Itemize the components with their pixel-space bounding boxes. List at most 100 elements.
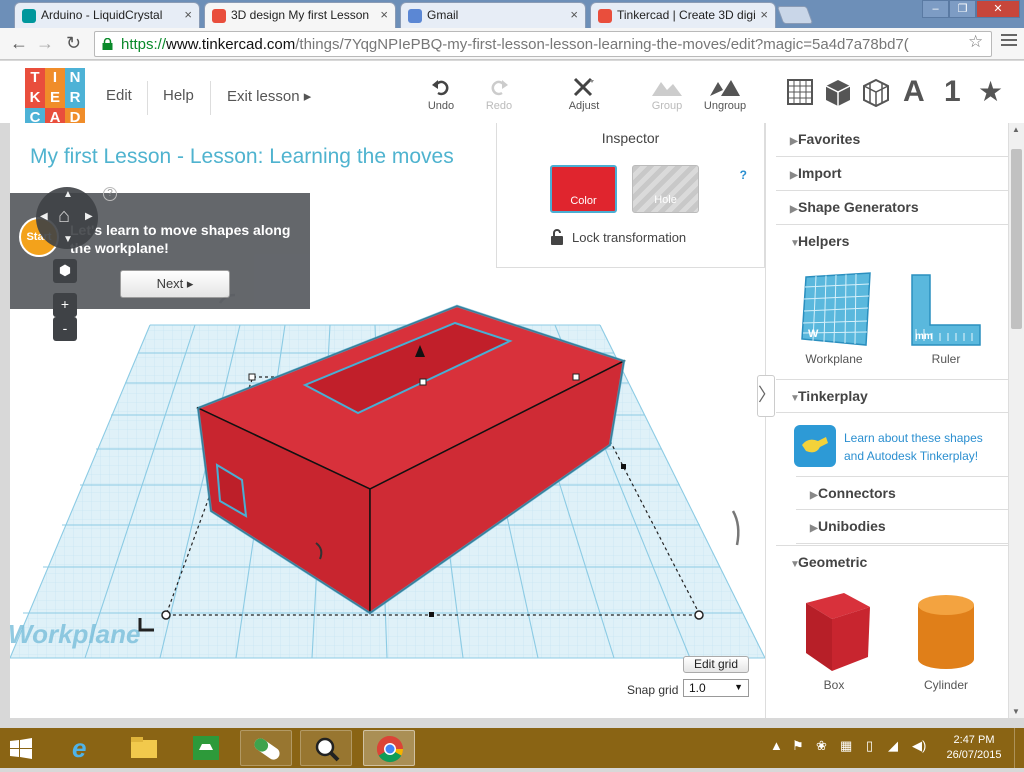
tinkercad-favicon-icon [212, 9, 226, 23]
tab-3d-design[interactable]: 3D design My first Lesson × [204, 2, 396, 28]
logo-letter: N [65, 68, 85, 88]
orthographic-cube-icon[interactable]: ⬢ [53, 259, 77, 283]
rotate-arrow-icon[interactable] [731, 510, 740, 546]
box-shape-icon[interactable] [824, 77, 852, 107]
library-section-import[interactable]: ▶Import [776, 157, 1008, 191]
tab-close-icon[interactable]: × [380, 7, 388, 22]
forward-icon[interactable]: → [36, 33, 54, 54]
collapse-panel-tab[interactable]: 〉 [757, 375, 776, 417]
design-workspace[interactable]: Workplane My first Lesson - Lesson: Lear… [10, 123, 765, 718]
text-shape-icon[interactable]: A [903, 75, 925, 108]
magnifier-taskbar[interactable] [300, 730, 352, 766]
address-bar[interactable]: https://www.tinkercad.com/things/7YqgNPI… [94, 31, 992, 57]
battery-icon[interactable]: ▯ [866, 738, 873, 754]
snap-grid-select[interactable]: 1.0 ▼ [683, 679, 749, 697]
new-tab-button[interactable] [776, 6, 814, 24]
tab-title: Arduino - LiquidCrystal [41, 8, 163, 22]
help-menu[interactable]: Help [163, 87, 194, 104]
sync-icon[interactable]: ❀ [816, 738, 827, 754]
inspector-help-icon[interactable]: ? [740, 168, 747, 182]
close-window-button[interactable]: ✕ [976, 0, 1020, 18]
tab-close-icon[interactable]: × [760, 7, 768, 22]
tab-gmail[interactable]: Gmail × [400, 2, 586, 28]
reload-icon[interactable]: ↻ [66, 33, 81, 54]
scrollbar-thumb[interactable] [1011, 149, 1022, 329]
pan-down-icon[interactable]: ▼ [63, 234, 73, 245]
tinkerplay-app-icon[interactable] [794, 425, 836, 467]
tinkerplay-link[interactable]: Learn about these shapes and Autodesk Ti… [844, 429, 994, 465]
edit-menu[interactable]: Edit [106, 87, 132, 104]
tab-tinkercad[interactable]: Tinkercad | Create 3D digi × [590, 2, 776, 28]
expand-arrow-icon: ▶ [790, 204, 798, 215]
show-hidden-icons[interactable]: ▲ [770, 738, 783, 753]
shape-library-panel: ▶Favorites ▶Import ▶Shape Generators ▼He… [765, 123, 1024, 718]
google-favicon-icon [408, 9, 422, 23]
maximize-button[interactable]: ❐ [949, 0, 976, 18]
menu-divider [147, 81, 148, 115]
medicine-app-taskbar[interactable] [240, 730, 292, 766]
file-explorer-taskbar[interactable] [118, 730, 170, 766]
shape-cylinder[interactable]: Cylinder [896, 589, 996, 692]
view-navigation-control[interactable]: ▲ ▼ ◀ ▶ ⌂ [36, 187, 98, 249]
color-swatch[interactable]: Color [550, 165, 617, 213]
adjust-button[interactable]: Adjust [564, 76, 604, 112]
library-scrollbar[interactable]: ▲ ▼ [1008, 123, 1024, 718]
show-desktop-button[interactable] [1014, 728, 1024, 768]
minimize-button[interactable]: – [922, 0, 949, 18]
group-icon [652, 82, 682, 96]
wireframe-box-icon[interactable] [862, 77, 890, 107]
library-section-favorites[interactable]: ▶Favorites [776, 123, 1008, 157]
volume-icon[interactable]: ◀) [912, 738, 926, 754]
library-section-connectors[interactable]: ▶Connectors [796, 476, 1008, 510]
workplane-helper-icon: W [801, 272, 871, 346]
group-button[interactable]: Group [647, 76, 687, 112]
library-section-shape-generators[interactable]: ▶Shape Generators [776, 191, 1008, 225]
number-shape-icon[interactable]: 1 [944, 75, 961, 108]
edit-grid-button[interactable]: Edit grid [683, 656, 749, 673]
pan-up-icon[interactable]: ▲ [63, 189, 73, 200]
scroll-up-icon[interactable]: ▲ [1012, 125, 1020, 134]
zoom-out-button[interactable]: - [53, 317, 77, 341]
tab-arduino[interactable]: Arduino - LiquidCrystal × [14, 2, 200, 28]
back-icon[interactable]: ← [10, 33, 28, 54]
help-question-icon[interactable]: ? [103, 187, 117, 201]
tab-close-icon[interactable]: × [570, 7, 578, 22]
wifi-signal-icon[interactable]: ◢ [888, 738, 898, 754]
zoom-in-button[interactable]: + [53, 293, 77, 317]
ungroup-button[interactable]: Ungroup [700, 76, 750, 112]
app-tray-icon[interactable]: ▦ [840, 738, 852, 754]
helper-workplane[interactable]: W Workplane [784, 269, 884, 366]
pan-left-icon[interactable]: ◀ [40, 211, 48, 222]
windows-start-icon[interactable] [10, 738, 32, 760]
tab-close-icon[interactable]: × [184, 7, 192, 22]
url-path: /things/7YqgNPIePBQ-my-first-lesson-less… [295, 36, 909, 53]
internet-explorer-taskbar[interactable]: e [56, 730, 108, 766]
svg-text:W: W [808, 328, 819, 340]
library-section-geometric[interactable]: ▼Geometric [776, 545, 1008, 579]
scroll-down-icon[interactable]: ▼ [1012, 707, 1020, 716]
home-view-icon[interactable]: ⌂ [58, 205, 70, 228]
grid-view-icon[interactable] [786, 77, 814, 107]
lock-transformation-toggle[interactable]: Lock transformation [550, 229, 686, 245]
tinkercad-logo[interactable]: T I N K E R C A D [25, 68, 85, 128]
redo-button[interactable]: Redo [482, 76, 516, 112]
favorites-star-icon[interactable]: ★ [978, 75, 1003, 107]
system-clock[interactable]: 2:47 PM 26/07/2015 [944, 733, 1004, 763]
hole-swatch[interactable]: Hole [632, 165, 699, 213]
exit-lesson-menu[interactable]: Exit lesson ▸ [227, 87, 311, 105]
library-section-tinkerplay[interactable]: ▼Tinkerplay [776, 379, 1008, 413]
action-center-flag-icon[interactable]: ⚑ [792, 738, 804, 754]
xbox-games-taskbar[interactable] [180, 730, 232, 766]
chrome-taskbar[interactable] [363, 730, 415, 766]
chrome-menu-icon[interactable] [1001, 34, 1017, 49]
shape-box[interactable]: Box [784, 589, 884, 692]
library-section-unibodies[interactable]: ▶Unibodies [796, 510, 1008, 544]
next-button[interactable]: Next ▸ [120, 270, 230, 298]
inspector-title: Inspector [601, 130, 660, 146]
helper-ruler[interactable]: mm Ruler [896, 269, 996, 366]
undo-button[interactable]: Undo [424, 76, 458, 112]
pan-right-icon[interactable]: ▶ [85, 211, 93, 222]
bookmark-star-icon[interactable]: ☆ [968, 32, 983, 52]
library-section-helpers[interactable]: ▼Helpers [776, 225, 1008, 259]
shape-label: Box [823, 678, 845, 692]
